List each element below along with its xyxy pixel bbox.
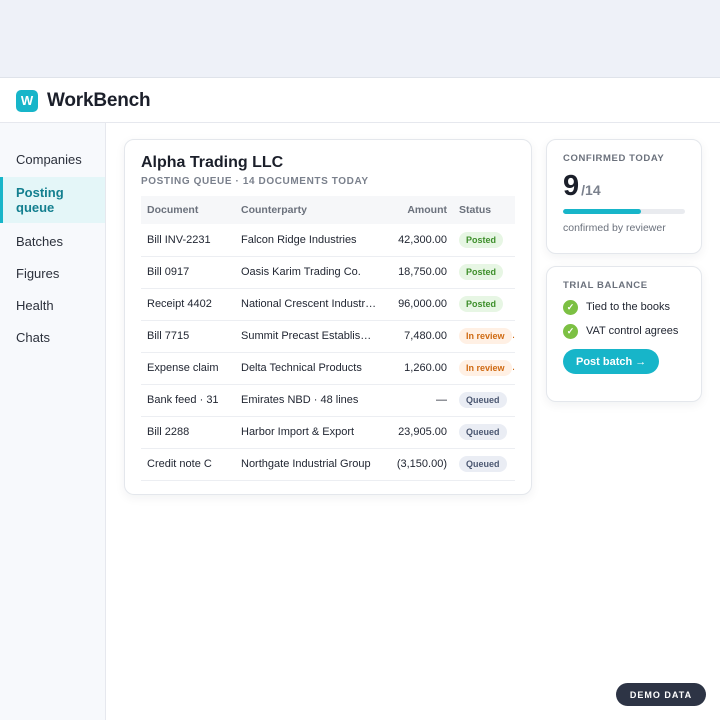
cell-counterparty: National Crescent Industries <box>235 288 383 321</box>
confirmed-today-card: CONFIRMED TODAY 9 /14 confirmed by revie… <box>546 139 702 254</box>
table-row[interactable]: Bill 0917 Oasis Karim Trading Co. 18,750.0… <box>141 256 515 289</box>
confirmed-total: /14 <box>581 182 601 198</box>
cell-document: Bill 7715 <box>141 320 235 353</box>
sidebar: Companies Posting queue Batches Figures … <box>0 123 106 720</box>
demo-data-badge: DEMO DATA <box>616 683 706 706</box>
sidebar-item-companies[interactable]: Companies <box>0 143 105 175</box>
trial-balance-card: TRIAL BALANCE ✓ Tied to the books ✓ VAT … <box>546 266 702 402</box>
table-header-row: Document Counterparty Amount Status <box>141 196 515 224</box>
check-circle-icon: ✓ <box>563 300 578 315</box>
cell-document: Expense claim <box>141 352 235 385</box>
sidebar-item-chats[interactable]: Chats <box>0 321 105 353</box>
table-row[interactable]: Bill 7715 Summit Precast Establishment 7,4… <box>141 320 515 353</box>
check-text-vat: VAT control agrees <box>586 325 679 337</box>
status-badge: Queued <box>459 424 507 440</box>
top-band <box>0 0 720 78</box>
table-row[interactable]: Expense claim Delta Technical Products 1,2… <box>141 352 515 385</box>
company-title: Alpha Trading LLC <box>141 154 284 171</box>
cell-document: Credit note C <box>141 448 235 481</box>
trial-balance-label: TRIAL BALANCE <box>563 280 648 291</box>
sidebar-item-posting-queue[interactable]: Posting queue <box>0 177 105 223</box>
confirmed-progress-fill <box>563 209 642 214</box>
workbench-logo-icon[interactable]: W <box>16 89 38 112</box>
cell-status: Posted <box>453 256 515 289</box>
status-badge: Posted <box>459 264 504 280</box>
confirmed-progress-bar <box>563 209 685 214</box>
cell-amount: — <box>383 384 453 417</box>
sidebar-item-health[interactable]: Health <box>0 289 105 321</box>
confirmed-label: CONFIRMED TODAY <box>563 153 665 164</box>
table-row[interactable]: Bank feed · 31 Emirates NBD · 48 lines — Qu… <box>141 384 515 417</box>
cell-document: Bill INV-2231 <box>141 224 235 257</box>
status-badge: Queued <box>459 456 507 472</box>
cell-amount: 23,905.00 <box>383 416 453 449</box>
cell-status: In review <box>453 352 515 385</box>
cell-amount: 96,000.00 <box>383 288 453 321</box>
table-row[interactable]: Credit note C Northgate Industrial Group(… <box>141 448 515 481</box>
status-badge: In review <box>459 328 512 344</box>
posting-queue-card: Alpha Trading LLC POSTING QUEUE · 14 DOC… <box>124 139 532 495</box>
cell-document: Receipt 4402 <box>141 288 235 321</box>
cell-status: In review <box>453 320 515 353</box>
status-badge: Posted <box>459 231 504 248</box>
cell-amount: 42,300.00 <box>383 224 453 257</box>
check-circle-icon: ✓ <box>563 324 578 339</box>
table-row[interactable]: Receipt 4402 National Crescent Industries… <box>141 288 515 321</box>
cell-status: Queued <box>453 416 515 449</box>
post-batch-button[interactable]: Post batch → <box>563 349 660 374</box>
cell-amount: 7,480.00 <box>383 320 453 353</box>
cell-counterparty: Harbor Import & Export <box>235 416 383 449</box>
column-header-amount[interactable]: Amount <box>383 196 453 224</box>
confirmed-caption: confirmed by reviewer <box>563 222 666 234</box>
table-row[interactable]: Bill 2288 Harbor Import & Export 23,905.00… <box>141 416 515 449</box>
column-header-document[interactable]: Document <box>141 196 235 224</box>
app-header: W WorkBench <box>0 79 720 123</box>
cell-amount: 18,750.00 <box>383 256 453 289</box>
documents-table: Document Counterparty Amount Status Bill… <box>141 196 515 481</box>
status-badge: In review <box>459 360 512 376</box>
confirmed-count: 9 /14 <box>563 170 685 203</box>
cell-status: Posted <box>453 288 515 321</box>
column-header-counterparty[interactable]: Counterparty <box>235 196 383 224</box>
cell-status: Queued <box>453 448 515 481</box>
check-item: ✓ VAT control agrees <box>563 324 685 339</box>
cell-amount: (3,150.00) <box>383 448 453 481</box>
app-title: WorkBench <box>47 89 151 111</box>
sidebar-item-figures[interactable]: Figures <box>0 257 105 289</box>
table-row[interactable]: Bill INV-2231 Falcon Ridge Industries 42,3… <box>141 224 515 257</box>
status-badge: Queued <box>459 392 507 408</box>
sidebar-item-batches[interactable]: Batches <box>0 225 105 257</box>
cell-document: Bank feed · 31 <box>141 384 235 417</box>
check-item: ✓ Tied to the books <box>563 300 685 315</box>
cell-amount: 1,260.00 <box>383 352 453 385</box>
confirmed-number: 9 <box>563 170 580 202</box>
cell-status: Posted <box>453 224 515 257</box>
status-badge: Posted <box>459 296 504 312</box>
column-header-status[interactable]: Status <box>453 196 515 224</box>
cell-document: Bill 2288 <box>141 416 235 449</box>
cell-document: Bill 0917 <box>141 256 235 289</box>
queue-subtitle: POSTING QUEUE · 14 DOCUMENTS TODAY <box>141 176 369 187</box>
cell-status: Queued <box>453 384 515 417</box>
cell-counterparty: Falcon Ridge Industries <box>235 224 383 257</box>
check-text-tied: Tied to the books <box>586 301 670 313</box>
cell-counterparty: Northgate Industrial Group <box>235 448 383 481</box>
cell-counterparty: Delta Technical Products <box>235 352 383 385</box>
cell-counterparty: Oasis Karim Trading Co. <box>235 256 383 289</box>
cell-counterparty: Summit Precast Establishment <box>235 320 383 353</box>
cell-counterparty: Emirates NBD · 48 lines <box>235 384 383 417</box>
